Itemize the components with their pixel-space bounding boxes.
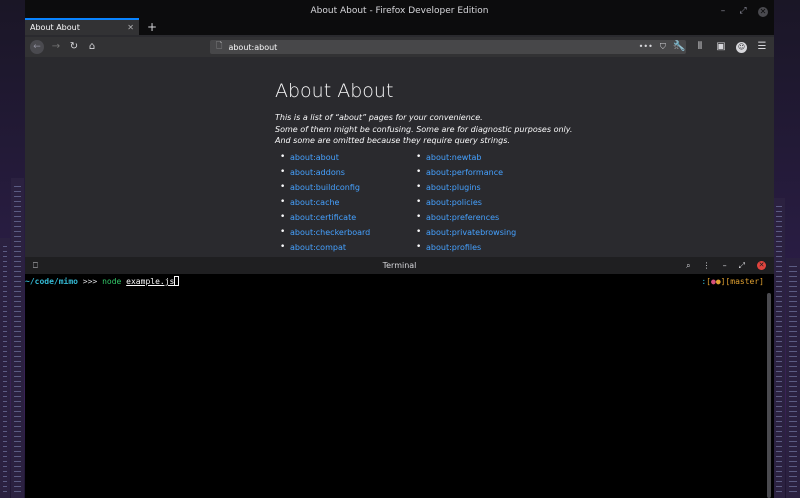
terminal-window[interactable]: ⎕ Terminal ⌕ ⋮ – ⤢ ✕ ~/code/mimo >>> nod… xyxy=(25,257,774,498)
about-link[interactable]: about:preferences xyxy=(416,212,516,227)
url-input[interactable]: about:about xyxy=(228,43,632,52)
about-links-right: about:newtab about:performance about:plu… xyxy=(416,152,516,257)
about-link[interactable]: about:performance xyxy=(416,167,516,182)
command-argument: example.js xyxy=(126,277,175,286)
page-title: About About xyxy=(275,80,394,102)
prompt-path: ~/code/mimo xyxy=(25,277,78,286)
account-icon[interactable]: ☺ xyxy=(736,41,747,53)
close-icon[interactable]: ✕ xyxy=(758,6,768,17)
navigation-toolbar: ← → ↻ ⌂ 🗋 about:about ••• ⛉ ☆ 🔧 ⫴ ▣ ☺ ☰ xyxy=(25,37,774,57)
page-icon: 🗋 xyxy=(216,41,223,50)
url-bar[interactable]: 🗋 about:about ••• ⛉ ☆ xyxy=(210,40,686,54)
tab-about-about[interactable]: About About ✕ xyxy=(25,18,139,35)
about-link[interactable]: about:profiles xyxy=(416,242,516,257)
intro-line: Some of them might be confusing. Some ar… xyxy=(275,124,573,134)
about-link[interactable]: about:checkerboard xyxy=(280,227,370,242)
page-content: About About This is a list of “about” pa… xyxy=(25,57,774,257)
new-tab-button[interactable]: + xyxy=(143,20,161,35)
git-status: :[●●][master] xyxy=(701,276,764,287)
tab-label: About About xyxy=(30,23,80,32)
tab-strip: About About ✕ + xyxy=(25,18,774,35)
home-icon[interactable]: ⌂ xyxy=(86,41,98,53)
terminal-prompt[interactable]: ~/code/mimo >>> node example.js xyxy=(25,276,765,287)
terminal-app-icon[interactable]: ⎕ xyxy=(33,257,38,274)
close-icon[interactable]: ✕ xyxy=(757,261,766,270)
reload-icon[interactable]: ↻ xyxy=(68,41,80,53)
about-links-left: about:about about:addons about:buildconf… xyxy=(280,152,370,257)
git-branch: [master] xyxy=(725,277,764,286)
terminal-header: ⎕ Terminal ⌕ ⋮ – ⤢ ✕ xyxy=(25,257,774,274)
toolbar-right: 🔧 ⫴ ▣ ☺ ☰ xyxy=(673,40,768,54)
window-title: About About - Firefox Developer Edition xyxy=(310,6,489,16)
about-link[interactable]: about:cache xyxy=(280,197,370,212)
maximize-icon[interactable]: ⤢ xyxy=(739,257,745,274)
more-options-icon[interactable]: ⋮ xyxy=(703,257,711,274)
pocket-icon[interactable]: ⛉ xyxy=(660,42,666,52)
intro-line: And some are omitted because they requir… xyxy=(275,136,510,145)
developer-tools-icon[interactable]: 🔧 xyxy=(673,41,685,53)
hamburger-menu-icon[interactable]: ☰ xyxy=(756,41,768,53)
prompt-arrows: >>> xyxy=(77,277,103,286)
back-arrow-icon[interactable]: ← xyxy=(30,40,44,54)
sidebar-icon[interactable]: ▣ xyxy=(715,41,727,53)
terminal-scrollbar[interactable] xyxy=(767,293,771,498)
about-link[interactable]: about:addons xyxy=(280,167,370,182)
desktop-wallpaper-left xyxy=(0,158,25,498)
intro-text: This is a list of “about” pages for your… xyxy=(275,112,572,147)
search-icon[interactable]: ⌕ xyxy=(686,257,690,274)
page-actions-icon[interactable]: ••• xyxy=(639,42,653,52)
about-link[interactable]: about:newtab xyxy=(416,152,516,167)
minimize-icon[interactable]: – xyxy=(723,257,727,274)
desktop-wallpaper-right xyxy=(773,158,800,498)
about-link[interactable]: about:about xyxy=(280,152,370,167)
text-cursor xyxy=(174,276,180,286)
firefox-window: About About - Firefox Developer Edition … xyxy=(25,0,774,257)
forward-arrow-icon[interactable]: → xyxy=(50,41,62,53)
about-link[interactable]: about:certificate xyxy=(280,212,370,227)
about-link[interactable]: about:privatebrowsing xyxy=(416,227,516,242)
about-link[interactable]: about:policies xyxy=(416,197,516,212)
library-icon[interactable]: ⫴ xyxy=(694,41,706,53)
about-link[interactable]: about:buildconfig xyxy=(280,182,370,197)
about-link[interactable]: about:plugins xyxy=(416,182,516,197)
intro-line: This is a list of “about” pages for your… xyxy=(275,113,483,122)
terminal-title: Terminal xyxy=(382,261,417,270)
about-link[interactable]: about:compat xyxy=(280,242,370,257)
tab-close-icon[interactable]: ✕ xyxy=(127,23,134,32)
command-text: node xyxy=(102,277,122,286)
terminal-controls: ⌕ ⋮ – ⤢ ✕ xyxy=(686,257,766,274)
